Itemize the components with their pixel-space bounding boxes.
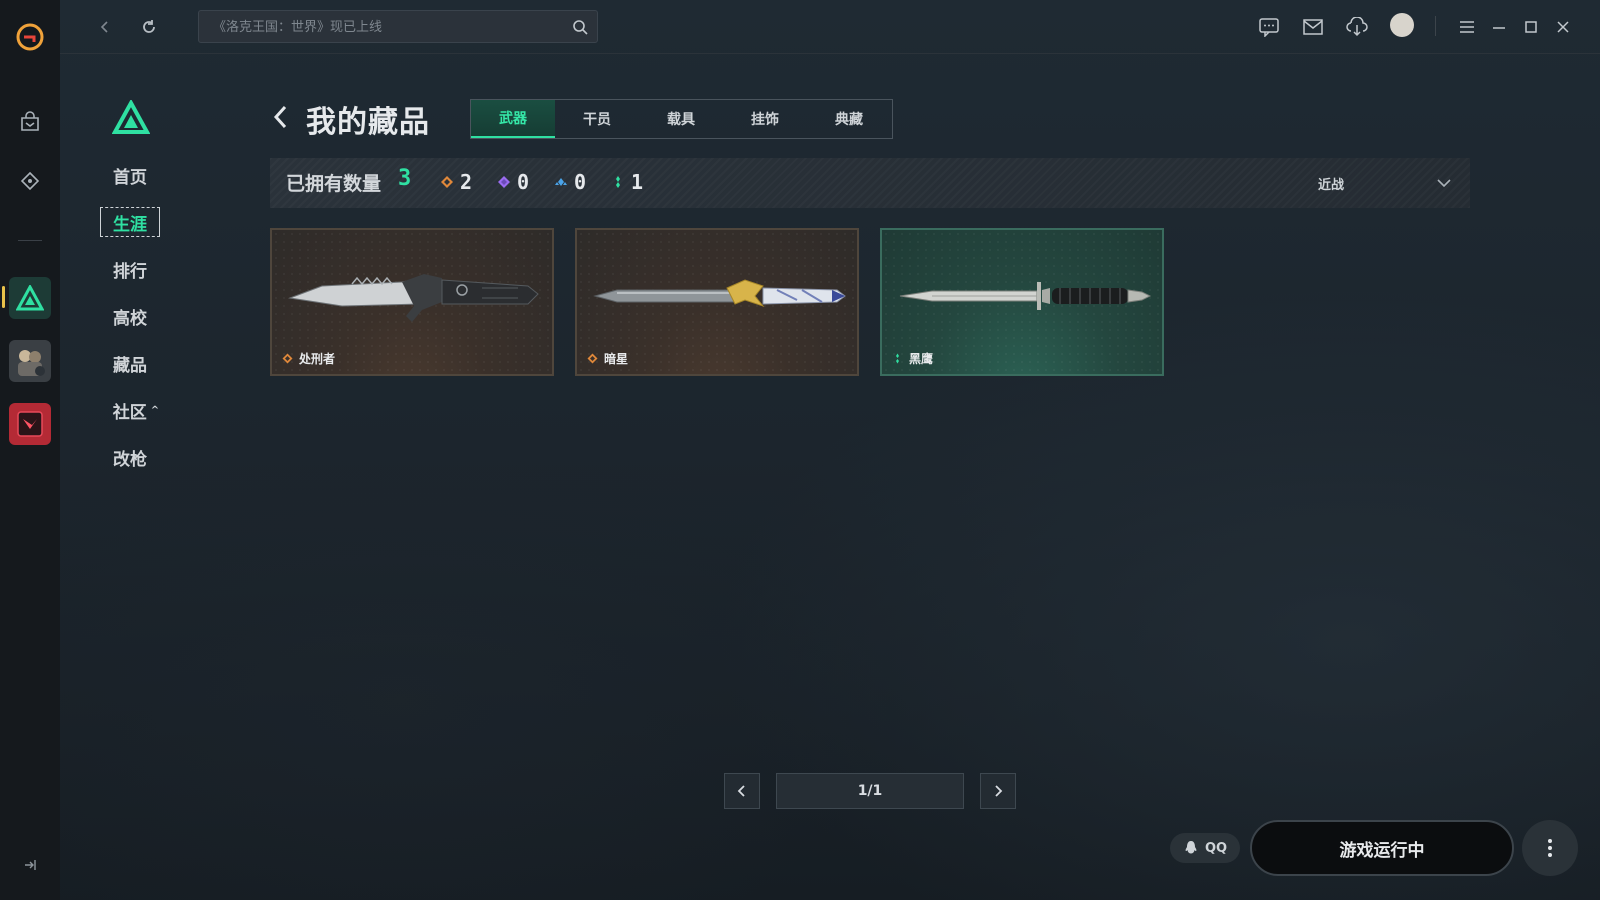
menu-icon[interactable] (1454, 14, 1480, 40)
page-indicator: 1/1 (776, 773, 964, 809)
weapon-card-dark-star[interactable]: 暗星 (575, 228, 859, 376)
prev-page-button[interactable] (724, 773, 760, 809)
nav-university[interactable]: 高校 (100, 301, 160, 331)
tab-operators[interactable]: 干员 (555, 100, 639, 138)
rarity-blue-count: 0 (574, 170, 587, 194)
category-filter-dropdown[interactable]: 近战 (1318, 170, 1452, 196)
rarity-purple-count: 0 (517, 170, 530, 194)
nav-gunsmith-label: 改枪 (113, 449, 147, 470)
rarity-purple: 0 (497, 171, 529, 193)
nav-community[interactable]: 社区 ^ (106, 395, 166, 425)
blade-knife-icon (593, 279, 846, 308)
nav-career-label: 生涯 (113, 214, 147, 235)
card-name-text: 黑鹰 (909, 352, 934, 366)
chevron-right-icon (995, 785, 1003, 797)
card-name: 暗星 (587, 350, 628, 367)
rarity-purple-icon (498, 176, 510, 188)
rail-active-indicator (2, 286, 5, 308)
qq-button[interactable]: QQ (1170, 833, 1240, 863)
game-running-button[interactable]: 游戏运行中 (1250, 820, 1514, 876)
store-icon[interactable] (14, 106, 46, 138)
combat-knife-icon (288, 274, 539, 322)
rarity-green-icon (616, 176, 620, 188)
maximize-icon[interactable] (1518, 14, 1544, 40)
page-back-icon[interactable] (270, 102, 292, 132)
nav-collection[interactable]: 藏品 (100, 348, 160, 378)
rarity-orange-icon (587, 353, 598, 364)
rarity-orange-icon (441, 176, 453, 188)
owned-label: 已拥有数量 (286, 173, 382, 195)
rarity-green-icon (896, 353, 899, 364)
avatar[interactable] (1390, 13, 1414, 37)
game-valorant-icon[interactable] (9, 403, 51, 445)
minimize-icon[interactable] (1486, 14, 1512, 40)
search-box (198, 10, 598, 44)
nav-community-label: 社区 (112, 402, 147, 423)
nav-gunsmith[interactable]: 改枪 (100, 442, 160, 472)
qq-penguin-icon (1185, 841, 1197, 854)
rarity-orange-icon (282, 353, 293, 364)
search-icon[interactable] (571, 18, 589, 36)
weapon-card-executioner[interactable]: 处刑者 (270, 228, 554, 376)
game-delta-force-icon[interactable] (9, 277, 51, 319)
dagger-icon (899, 282, 1152, 310)
wegame-logo-icon[interactable] (15, 22, 45, 52)
rarity-orange-count: 2 (460, 170, 473, 194)
chevron-up-icon: ^ (150, 404, 160, 416)
nav-collection-label: 藏品 (113, 355, 147, 376)
back-icon[interactable] (92, 14, 118, 40)
more-vertical-icon (1548, 839, 1552, 857)
weapon-card-black-hawk[interactable]: 黑鹰 (880, 228, 1164, 376)
topbar-divider (1435, 16, 1436, 36)
card-name: 处刑者 (282, 350, 335, 367)
owned-count: 3 (398, 166, 412, 191)
nav-home[interactable]: 首页 (100, 160, 160, 190)
chevron-down-icon (1437, 179, 1451, 188)
library-icon[interactable] (14, 166, 46, 198)
next-page-button[interactable] (980, 773, 1016, 809)
tab-vehicles[interactable]: 载具 (639, 100, 723, 138)
rail-divider (18, 240, 42, 241)
nav-career[interactable]: 生涯 (100, 207, 160, 237)
card-name: 黑鹰 (892, 350, 933, 367)
rarity-blue: 0 (554, 171, 586, 193)
page-title: 我的藏品 (306, 105, 430, 140)
rarity-green: 1 (611, 171, 643, 193)
search-input[interactable] (211, 11, 555, 44)
game-pubg-icon[interactable] (9, 340, 51, 382)
stats-bar: 已拥有数量 3 2 0 0 1 近战 (270, 158, 1470, 208)
nav-ranking[interactable]: 排行 (100, 254, 160, 284)
close-icon[interactable] (1550, 14, 1576, 40)
chevron-left-icon (737, 785, 745, 797)
rarity-orange: 2 (440, 171, 472, 193)
top-bar (60, 0, 1600, 54)
more-options-button[interactable] (1522, 820, 1578, 876)
filter-label: 近战 (1318, 177, 1345, 193)
rarity-green-count: 1 (631, 170, 644, 194)
nav-university-label: 高校 (113, 308, 147, 329)
delta-force-logo-icon (111, 98, 151, 136)
tab-weapons[interactable]: 武器 (471, 100, 555, 138)
card-name-text: 处刑者 (299, 352, 336, 366)
expand-sidebar-icon[interactable] (20, 855, 40, 875)
chat-icon[interactable] (1256, 14, 1282, 40)
mail-icon[interactable] (1300, 14, 1326, 40)
tab-collectibles[interactable]: 典藏 (807, 100, 891, 138)
app-rail (0, 0, 60, 900)
tab-charms[interactable]: 挂饰 (723, 100, 807, 138)
nav-home-label: 首页 (113, 167, 147, 188)
refresh-icon[interactable] (136, 14, 162, 40)
rarity-blue-icon (555, 178, 567, 186)
card-name-text: 暗星 (604, 352, 629, 366)
qq-label: QQ (1204, 840, 1228, 856)
download-icon[interactable] (1344, 14, 1370, 40)
category-tabs: 武器 干员 载具 挂饰 典藏 (470, 99, 893, 139)
nav-ranking-label: 排行 (113, 261, 147, 282)
